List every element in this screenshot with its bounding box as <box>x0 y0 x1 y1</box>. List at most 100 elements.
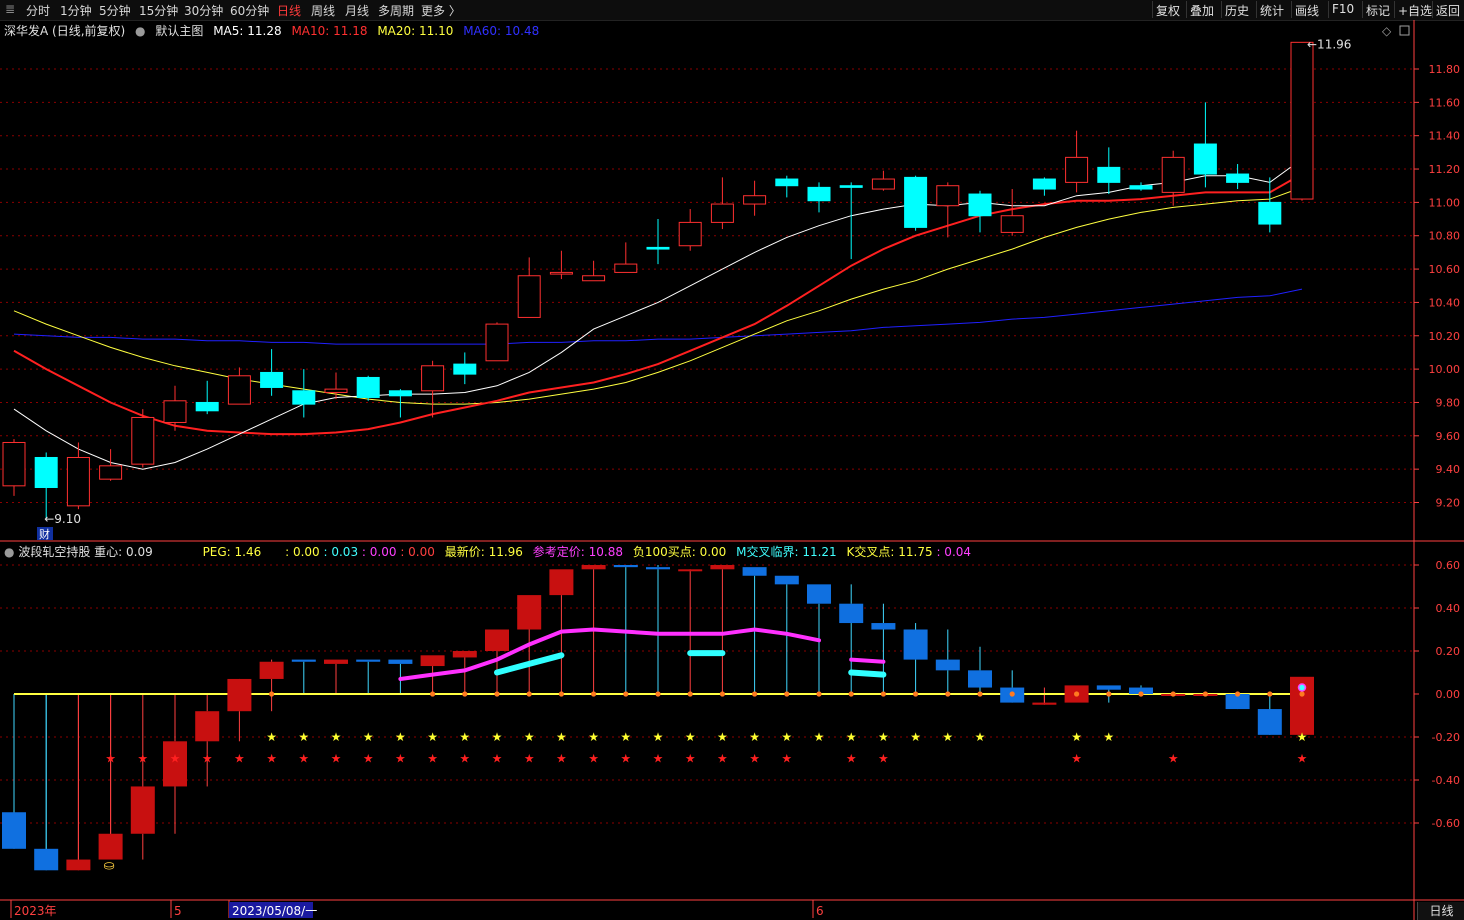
red-star-icon: ★ <box>685 752 696 766</box>
yellow-star-icon: ★ <box>942 730 953 744</box>
candle-body <box>227 375 251 405</box>
y-tick-label: 0.60 <box>1436 559 1461 572</box>
candle-body <box>775 178 799 187</box>
ma60-line <box>13 288 1303 345</box>
indicator-bar <box>903 629 928 660</box>
indicator-bar <box>774 575 799 585</box>
candle <box>195 380 219 415</box>
y-tick-label: 9.20 <box>1436 497 1461 510</box>
kline-chart[interactable]: 11.80 11.60 11.40 11.20 11.00 10.80 10.60 10.40… <box>0 0 1464 920</box>
low-price-label: ←9.10 <box>44 512 81 526</box>
candle-body <box>195 401 219 412</box>
y-tick-label: 10.80 <box>1429 230 1461 243</box>
candle-body <box>356 376 380 398</box>
candle-body <box>743 195 767 205</box>
signal-dot <box>623 691 629 697</box>
y-tick-label: 0.40 <box>1436 602 1461 615</box>
candle-body <box>807 186 831 202</box>
y-tick-label: -0.20 <box>1432 731 1460 744</box>
candle <box>1290 41 1314 201</box>
candle <box>968 190 992 233</box>
indicator-bar <box>968 670 992 688</box>
indicator-bar <box>291 659 316 662</box>
candle <box>807 182 831 213</box>
red-star-icon: ★ <box>588 752 599 766</box>
red-star-icon: ★ <box>395 752 406 766</box>
indicator-bar <box>388 659 413 664</box>
candle-body <box>260 371 284 388</box>
period-tab[interactable]: 日线 <box>1417 902 1464 920</box>
signal-dot <box>784 691 790 697</box>
candle <box>292 369 316 418</box>
indicator-bar <box>549 569 574 596</box>
signal-dot <box>848 691 854 697</box>
signal-dot <box>945 691 951 697</box>
yellow-star-icon: ★ <box>588 730 599 744</box>
candle <box>453 352 477 385</box>
indicator-bar <box>646 567 670 570</box>
yellow-star-icon: ★ <box>395 730 406 744</box>
candle <box>839 182 863 260</box>
y-tick-label: 9.60 <box>1436 430 1461 443</box>
yellow-star-icon: ★ <box>1297 730 1308 744</box>
red-star-icon: ★ <box>363 752 374 766</box>
red-star-icon: ★ <box>492 752 503 766</box>
candle-body <box>99 465 123 480</box>
signal-dot <box>1235 691 1241 697</box>
candle-body <box>421 365 445 392</box>
red-star-icon: ★ <box>298 752 309 766</box>
indicator-bar <box>935 659 960 671</box>
yellow-star-icon: ★ <box>459 730 470 744</box>
candle <box>1258 177 1282 233</box>
red-star-icon: ★ <box>234 752 245 766</box>
signal-dot <box>1299 691 1305 697</box>
candle-body <box>678 221 702 247</box>
signal-dot <box>1106 691 1112 697</box>
indicator-bar <box>485 629 509 651</box>
y-tick-label: 10.00 <box>1429 363 1461 376</box>
y-tick-label: 9.40 <box>1436 463 1461 476</box>
candle-body <box>163 400 187 423</box>
candle-body <box>871 178 895 190</box>
indicator-bar <box>517 595 542 630</box>
yellow-star-icon: ★ <box>427 730 438 744</box>
yellow-star-icon: ★ <box>878 730 889 744</box>
candle-body <box>66 456 90 507</box>
signal-dot <box>687 691 693 697</box>
candle-body <box>324 388 348 393</box>
y-tick-label: 11.20 <box>1429 163 1461 176</box>
yellow-star-icon: ★ <box>620 730 631 744</box>
yellow-star-icon: ★ <box>910 730 921 744</box>
candle-body <box>1000 215 1024 233</box>
yellow-star-icon: ★ <box>266 730 277 744</box>
candle-body <box>904 176 928 228</box>
indicator-bar <box>613 565 638 568</box>
candle <box>710 177 734 230</box>
candle <box>1065 130 1089 193</box>
yellow-star-icon: ★ <box>846 730 857 744</box>
high-price-label: ←11.96 <box>1307 37 1351 51</box>
signal-dot <box>430 691 436 697</box>
date-label: 6 <box>816 904 824 918</box>
indicator-bar <box>1032 702 1057 705</box>
candle-body <box>1193 143 1217 175</box>
yellow-star-icon: ★ <box>1071 730 1082 744</box>
red-star-icon: ★ <box>524 752 535 766</box>
signal-dot <box>1170 691 1176 697</box>
yellow-star-icon: ★ <box>298 730 309 744</box>
candle-body <box>582 275 606 282</box>
candle <box>227 367 251 405</box>
candle <box>549 250 573 280</box>
red-star-icon: ★ <box>427 752 438 766</box>
indicator-bar <box>98 833 123 860</box>
signal-dot <box>1074 691 1080 697</box>
candle <box>614 242 638 273</box>
candle-body <box>1161 156 1185 193</box>
fin-marker: 财 <box>39 527 50 541</box>
red-star-icon: ★ <box>459 752 470 766</box>
ma5-line <box>13 158 1303 470</box>
candle-body <box>936 185 960 207</box>
indicator-bar <box>259 661 284 679</box>
indicator-bar <box>2 812 26 849</box>
candle-body <box>131 416 155 465</box>
